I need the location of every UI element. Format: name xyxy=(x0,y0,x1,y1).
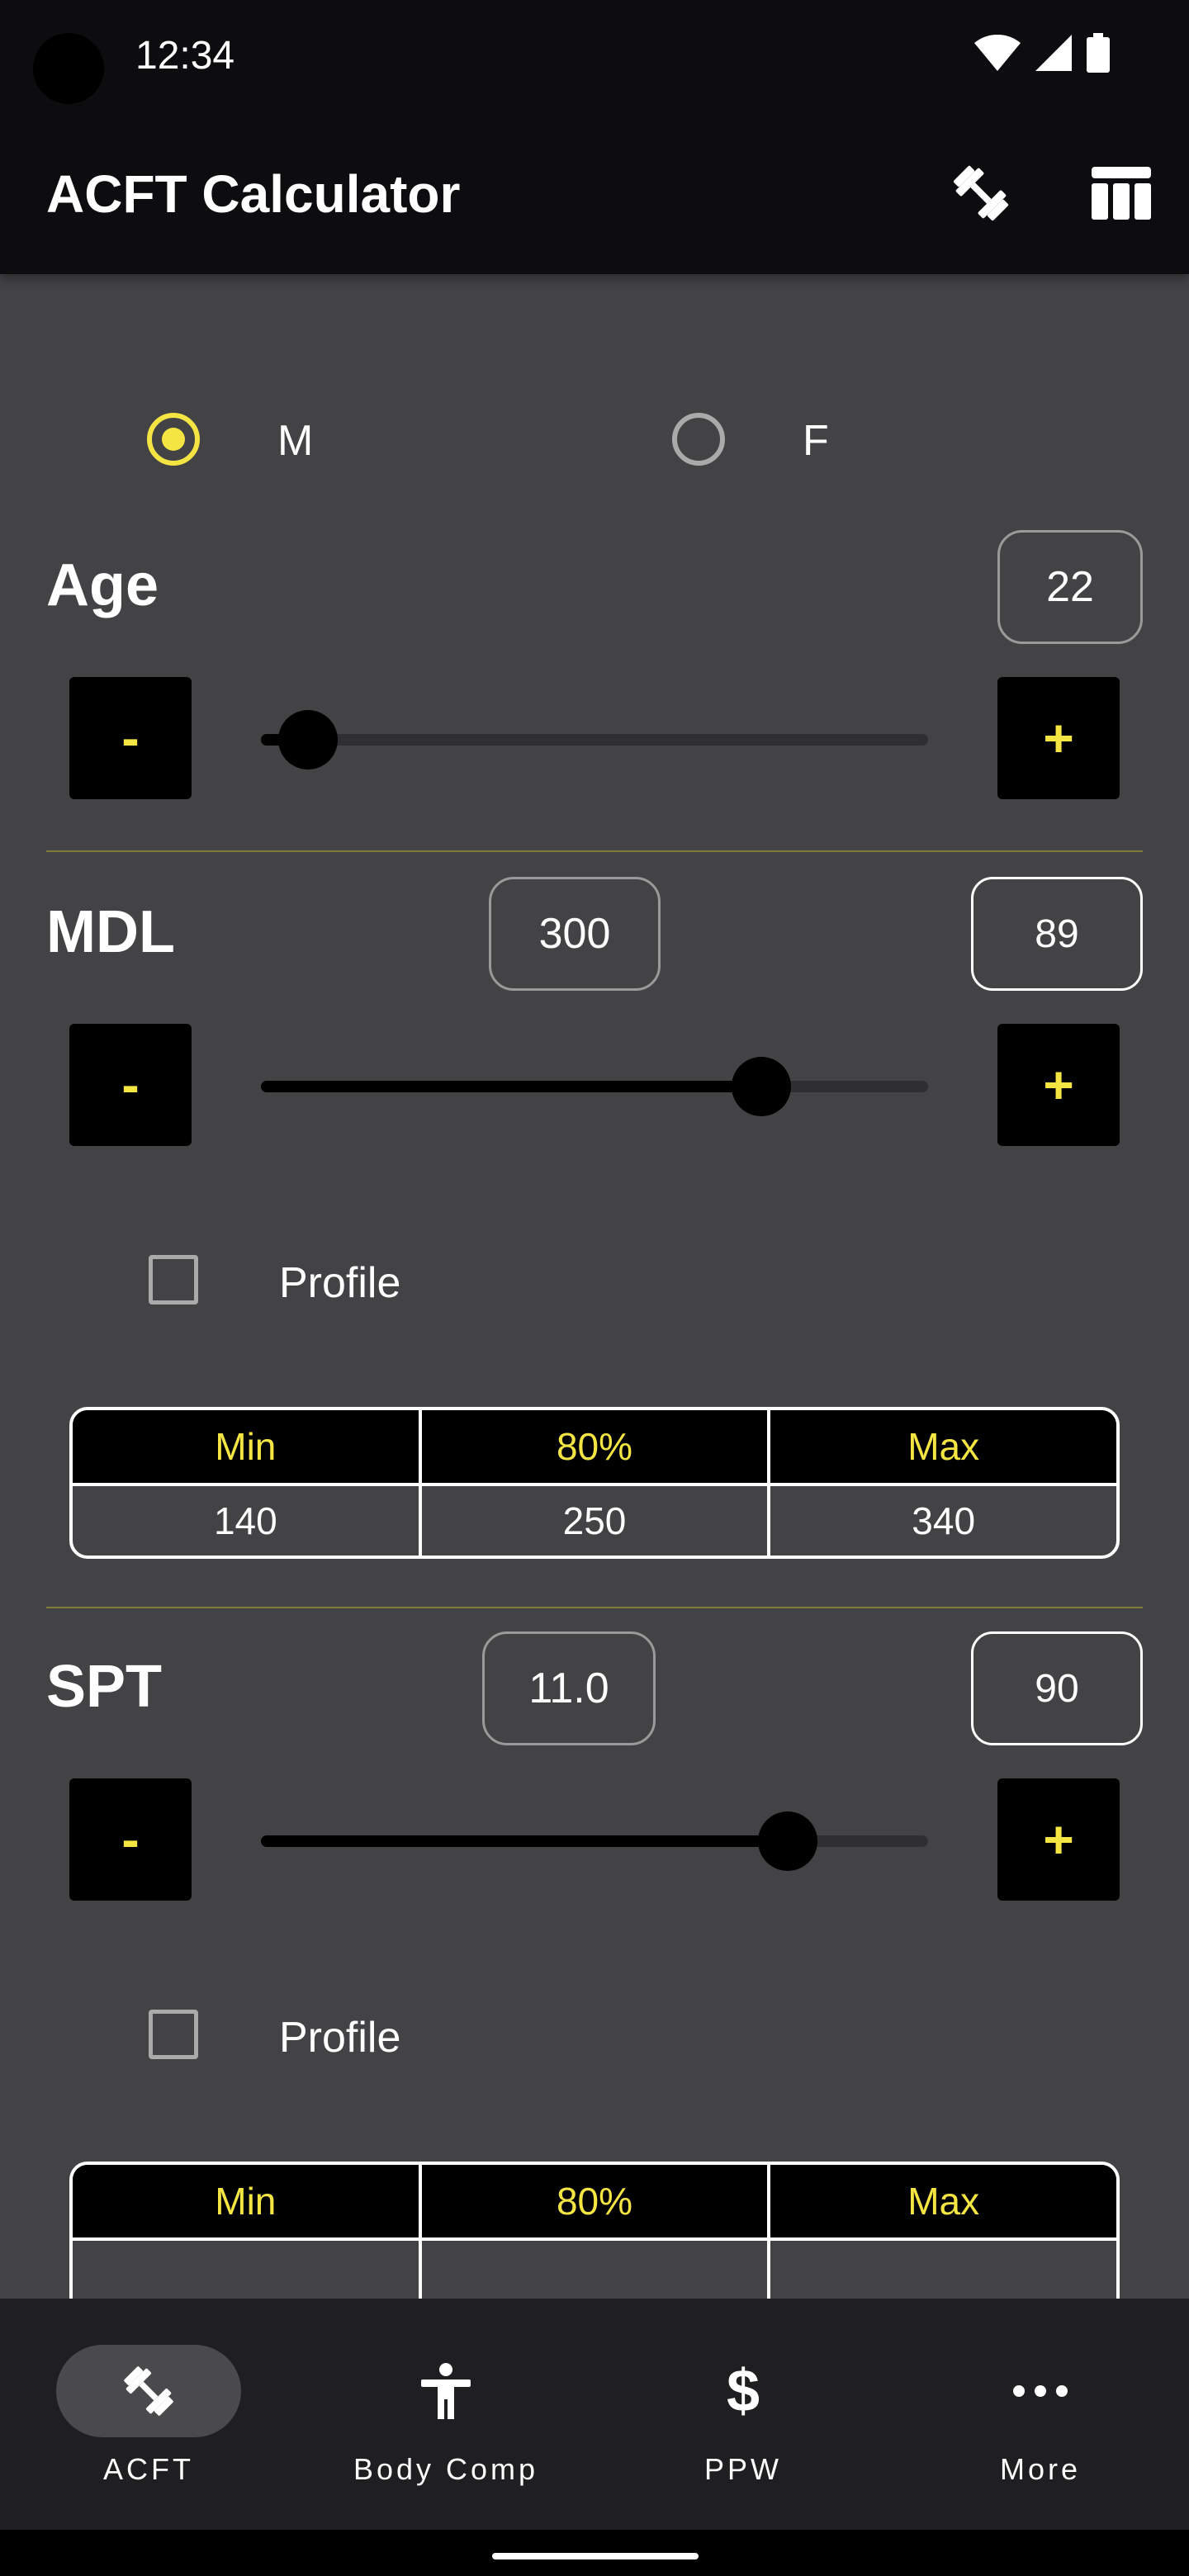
spt-slider-thumb[interactable] xyxy=(758,1811,818,1871)
mdl-score: 89 xyxy=(971,877,1143,991)
battery-icon xyxy=(1087,33,1110,73)
spt-slider[interactable] xyxy=(261,1811,928,1871)
table-cell-80 xyxy=(418,2241,768,2299)
spt-minus-button[interactable]: - xyxy=(69,1778,192,1901)
camera-cutout xyxy=(33,33,104,104)
spt-profile-checkbox[interactable] xyxy=(149,2010,198,2059)
mdl-raw-field[interactable]: 300 xyxy=(489,877,661,991)
bottom-navigation: ACFT Body Comp $ PPW More xyxy=(0,2299,1189,2530)
table-row: 140 250 340 xyxy=(73,1483,1116,1556)
table-cell-min: 140 xyxy=(213,1499,277,1542)
status-bar: 12:34 xyxy=(0,0,1189,112)
table-header-row: Min 80% Max xyxy=(73,2165,1116,2237)
signal-icon xyxy=(1035,35,1072,71)
mdl-slider-thumb[interactable] xyxy=(732,1057,791,1116)
table-header-min: Min xyxy=(73,2165,419,2237)
age-title: Age xyxy=(46,552,159,618)
table-cell-max: 340 xyxy=(767,1486,1116,1556)
mdl-slider-fill xyxy=(261,1081,761,1092)
wifi-icon xyxy=(974,35,1021,71)
table-header-max: Max xyxy=(767,2165,1116,2237)
age-minus-button[interactable]: - xyxy=(69,677,192,799)
age-value-field[interactable]: 22 xyxy=(997,530,1143,644)
divider xyxy=(46,850,1143,852)
table-header-max: Max xyxy=(767,1410,1116,1483)
age-plus-button[interactable]: + xyxy=(997,677,1120,799)
table-header-min: Min xyxy=(73,1410,419,1483)
table-row xyxy=(73,2237,1116,2299)
status-icons xyxy=(974,33,1110,73)
radio-male-label: M xyxy=(277,417,314,465)
radio-female[interactable] xyxy=(672,413,725,466)
mdl-title: MDL xyxy=(46,899,175,965)
dumbbell-button[interactable] xyxy=(946,159,1016,228)
table-cell-80: 250 xyxy=(418,1486,768,1556)
gesture-handle[interactable] xyxy=(492,2553,699,2559)
table-cell-max xyxy=(767,2241,1116,2299)
dumbbell-icon xyxy=(116,2358,182,2424)
nav-label-ppw: PPW xyxy=(703,2452,782,2486)
spt-raw-field[interactable]: 11.0 xyxy=(482,1631,656,1745)
nav-label-acft: ACFT xyxy=(103,2452,194,2486)
radio-female-label: F xyxy=(803,417,829,465)
nav-label-body-comp: Body Comp xyxy=(353,2452,539,2486)
nav-item-acft[interactable]: ACFT xyxy=(0,2345,297,2510)
sex-selector: M F xyxy=(0,398,1189,481)
table-icon xyxy=(1092,167,1151,220)
spt-slider-fill xyxy=(261,1835,789,1847)
mdl-slider[interactable] xyxy=(261,1057,928,1116)
mdl-minus-button[interactable]: - xyxy=(69,1024,192,1146)
nav-item-ppw[interactable]: $ PPW xyxy=(594,2345,892,2510)
main-content: M F Age 22 - + MDL 300 89 - + Profile Mi… xyxy=(0,274,1189,2299)
divider xyxy=(46,1607,1143,1608)
status-time: 12:34 xyxy=(135,34,235,78)
table-cell-min xyxy=(73,2241,419,2299)
age-slider-thumb[interactable] xyxy=(277,710,338,769)
nav-label-more: More xyxy=(999,2452,1082,2486)
mdl-profile-label: Profile xyxy=(279,1259,401,1307)
spt-title: SPT xyxy=(46,1654,163,1720)
nav-item-body-comp[interactable]: Body Comp xyxy=(297,2345,594,2510)
mdl-profile-checkbox[interactable] xyxy=(149,1255,198,1305)
app-bar: ACFT Calculator xyxy=(0,112,1189,274)
radio-male[interactable] xyxy=(147,413,200,466)
table-header-row: Min 80% Max xyxy=(73,1410,1116,1483)
spt-score: 90 xyxy=(971,1631,1143,1745)
dollar-icon: $ xyxy=(726,2358,760,2424)
dumbbell-icon xyxy=(953,165,1009,221)
spt-plus-button[interactable]: + xyxy=(997,1778,1120,1901)
mdl-plus-button[interactable]: + xyxy=(997,1024,1120,1146)
table-header-80: 80% xyxy=(418,1410,768,1483)
person-icon xyxy=(413,2358,479,2424)
table-header-80: 80% xyxy=(418,2165,768,2237)
table-view-button[interactable] xyxy=(1087,159,1156,228)
age-slider[interactable] xyxy=(261,710,928,769)
mdl-grade-table: Min 80% Max 140 250 340 xyxy=(69,1407,1120,1559)
more-icon xyxy=(1007,2358,1073,2424)
spt-profile-label: Profile xyxy=(279,2014,401,2062)
spt-grade-table: Min 80% Max xyxy=(69,2162,1120,2299)
app-title: ACFT Calculator xyxy=(46,164,461,224)
gesture-area xyxy=(0,2530,1189,2576)
nav-item-more[interactable]: More xyxy=(892,2345,1189,2510)
